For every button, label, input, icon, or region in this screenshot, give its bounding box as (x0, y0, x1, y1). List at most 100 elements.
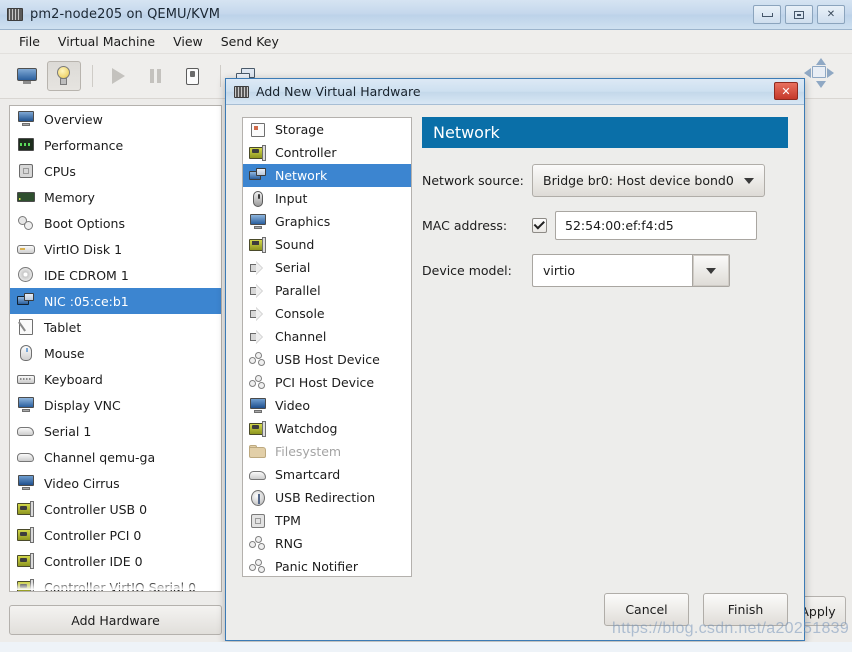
show-details-button[interactable] (47, 61, 81, 91)
device-type-smartcard[interactable]: Smartcard (243, 463, 411, 486)
device-type-list[interactable]: Storage Controller Network Input Graphic… (242, 117, 412, 577)
sidebar-item-serial-1[interactable]: Serial 1 (10, 418, 221, 444)
sidebar-item-mouse[interactable]: Mouse (10, 340, 221, 366)
sidebar-item-boot-options[interactable]: Boot Options (10, 210, 221, 236)
sidebar-item-tablet[interactable]: Tablet (10, 314, 221, 340)
pause-button[interactable] (138, 61, 172, 91)
device-type-tpm[interactable]: TPM (243, 509, 411, 532)
device-type-sound[interactable]: Sound (243, 233, 411, 256)
add-hardware-button[interactable]: Add Hardware (9, 605, 222, 635)
folder-icon (249, 444, 267, 460)
show-console-button[interactable] (10, 61, 44, 91)
device-type-label: Controller (275, 145, 337, 160)
close-icon: ✕ (781, 84, 791, 98)
watchdog-card-icon (249, 420, 267, 437)
hardware-list[interactable]: Overview Performance CPUs Memory Boot Op… (9, 105, 222, 592)
device-type-video[interactable]: Video (243, 394, 411, 417)
device-type-pci-host-device[interactable]: PCI Host Device (243, 371, 411, 394)
menu-virtual-machine[interactable]: Virtual Machine (49, 32, 164, 51)
mouse-icon (17, 345, 35, 361)
chevron-down-icon (706, 267, 716, 274)
monitor-icon (17, 111, 35, 127)
dialog-close-button[interactable]: ✕ (774, 82, 798, 100)
toolbar-separator-1 (92, 65, 93, 87)
sidebar-item-label: Controller IDE 0 (44, 553, 143, 569)
mac-address-input[interactable]: 52:54:00:ef:f4:d5 (555, 211, 757, 240)
device-type-console[interactable]: Console (243, 302, 411, 325)
run-button[interactable] (101, 61, 135, 91)
sidebar-item-video-cirrus[interactable]: Video Cirrus (10, 470, 221, 496)
device-type-storage[interactable]: Storage (243, 118, 411, 141)
close-button[interactable]: ✕ (817, 5, 845, 24)
minimize-button[interactable] (753, 5, 781, 24)
device-type-label: PCI Host Device (275, 375, 375, 390)
sidebar-item-memory[interactable]: Memory (10, 184, 221, 210)
sidebar-item-display-vnc[interactable]: Display VNC (10, 392, 221, 418)
usb-redirection-icon (249, 489, 267, 506)
device-type-network[interactable]: Network (243, 164, 411, 187)
sidebar-item-keyboard[interactable]: Keyboard (10, 366, 221, 392)
device-type-serial[interactable]: Serial (243, 256, 411, 279)
device-type-rng[interactable]: RNG (243, 532, 411, 555)
graphics-icon (249, 213, 267, 230)
device-type-label: Filesystem (275, 444, 342, 459)
sidebar-item-channel-qemu-ga[interactable]: Channel qemu-ga (10, 444, 221, 470)
device-type-parallel[interactable]: Parallel (243, 279, 411, 302)
mac-address-checkbox[interactable] (532, 217, 547, 233)
device-type-label: Smartcard (275, 467, 341, 482)
channel-icon (17, 449, 35, 465)
sidebar-item-controller-usb-0[interactable]: Controller USB 0 (10, 496, 221, 522)
sidebar-item-overview[interactable]: Overview (10, 106, 221, 132)
finish-button[interactable]: Finish (703, 593, 788, 626)
shutdown-button[interactable] (175, 61, 209, 91)
menu-send-key[interactable]: Send Key (212, 32, 288, 51)
device-type-controller[interactable]: Controller (243, 141, 411, 164)
cpu-chip-icon (17, 163, 35, 179)
sidebar-item-label: Tablet (44, 319, 82, 335)
network-card-icon (249, 167, 267, 184)
device-type-usb-redirection[interactable]: USB Redirection (243, 486, 411, 509)
menu-file[interactable]: File (10, 32, 49, 51)
device-type-panic-notifier[interactable]: Panic Notifier (243, 555, 411, 576)
menu-view[interactable]: View (164, 32, 212, 51)
device-type-channel[interactable]: Channel (243, 325, 411, 348)
device-model-combo[interactable]: virtio (532, 254, 730, 287)
chevron-down-icon (743, 177, 754, 184)
disk-icon (17, 241, 35, 257)
sidebar-item-cpus[interactable]: CPUs (10, 158, 221, 184)
storage-icon (249, 122, 267, 138)
sidebar-item-label: Channel qemu-ga (44, 449, 156, 465)
window-bottom-strip (0, 642, 852, 652)
add-new-virtual-hardware-dialog: Add New Virtual Hardware ✕ Storage Contr… (225, 78, 805, 641)
sidebar-item-nic[interactable]: NIC :05:ce:b1 (10, 288, 221, 314)
device-type-watchdog[interactable]: Watchdog (243, 417, 411, 440)
sidebar-item-label: Performance (44, 137, 124, 153)
device-type-usb-host-device[interactable]: USB Host Device (243, 348, 411, 371)
network-source-select[interactable]: Bridge br0: Host device bond0 (532, 164, 765, 197)
controller-card-icon (17, 501, 35, 517)
device-type-input[interactable]: Input (243, 187, 411, 210)
dialog-title: Add New Virtual Hardware (256, 84, 421, 99)
sidebar-item-virtio-disk-1[interactable]: VirtIO Disk 1 (10, 236, 221, 262)
device-type-graphics[interactable]: Graphics (243, 210, 411, 233)
sidebar-item-controller-pci-0[interactable]: Controller PCI 0 (10, 522, 221, 548)
network-form: Network source: Bridge br0: Host device … (422, 164, 788, 287)
memory-module-icon (17, 189, 35, 205)
sidebar-item-label: Overview (44, 111, 103, 127)
device-model-dropdown-button[interactable] (692, 254, 730, 287)
sidebar-item-controller-ide-0[interactable]: Controller IDE 0 (10, 548, 221, 574)
sidebar-item-ide-cdrom-1[interactable]: IDE CDROM 1 (10, 262, 221, 288)
keyboard-icon (17, 371, 35, 387)
window-title: pm2-node205 on QEMU/KVM (30, 7, 221, 22)
sidebar-item-label: NIC :05:ce:b1 (44, 293, 129, 309)
device-model-row: Device model: virtio (422, 254, 788, 287)
sidebar-item-performance[interactable]: Performance (10, 132, 221, 158)
sidebar-item-label: Controller USB 0 (44, 501, 148, 517)
cancel-button[interactable]: Cancel (604, 593, 689, 626)
device-model-label: Device model: (422, 263, 512, 278)
sidebar-item-controller-virtio-serial-0[interactable]: Controller VirtIO Serial 0 (10, 574, 221, 591)
maximize-button[interactable] (785, 5, 813, 24)
device-model-input[interactable]: virtio (532, 254, 692, 287)
device-type-label: Parallel (275, 283, 321, 298)
device-type-label: Network (275, 168, 328, 183)
